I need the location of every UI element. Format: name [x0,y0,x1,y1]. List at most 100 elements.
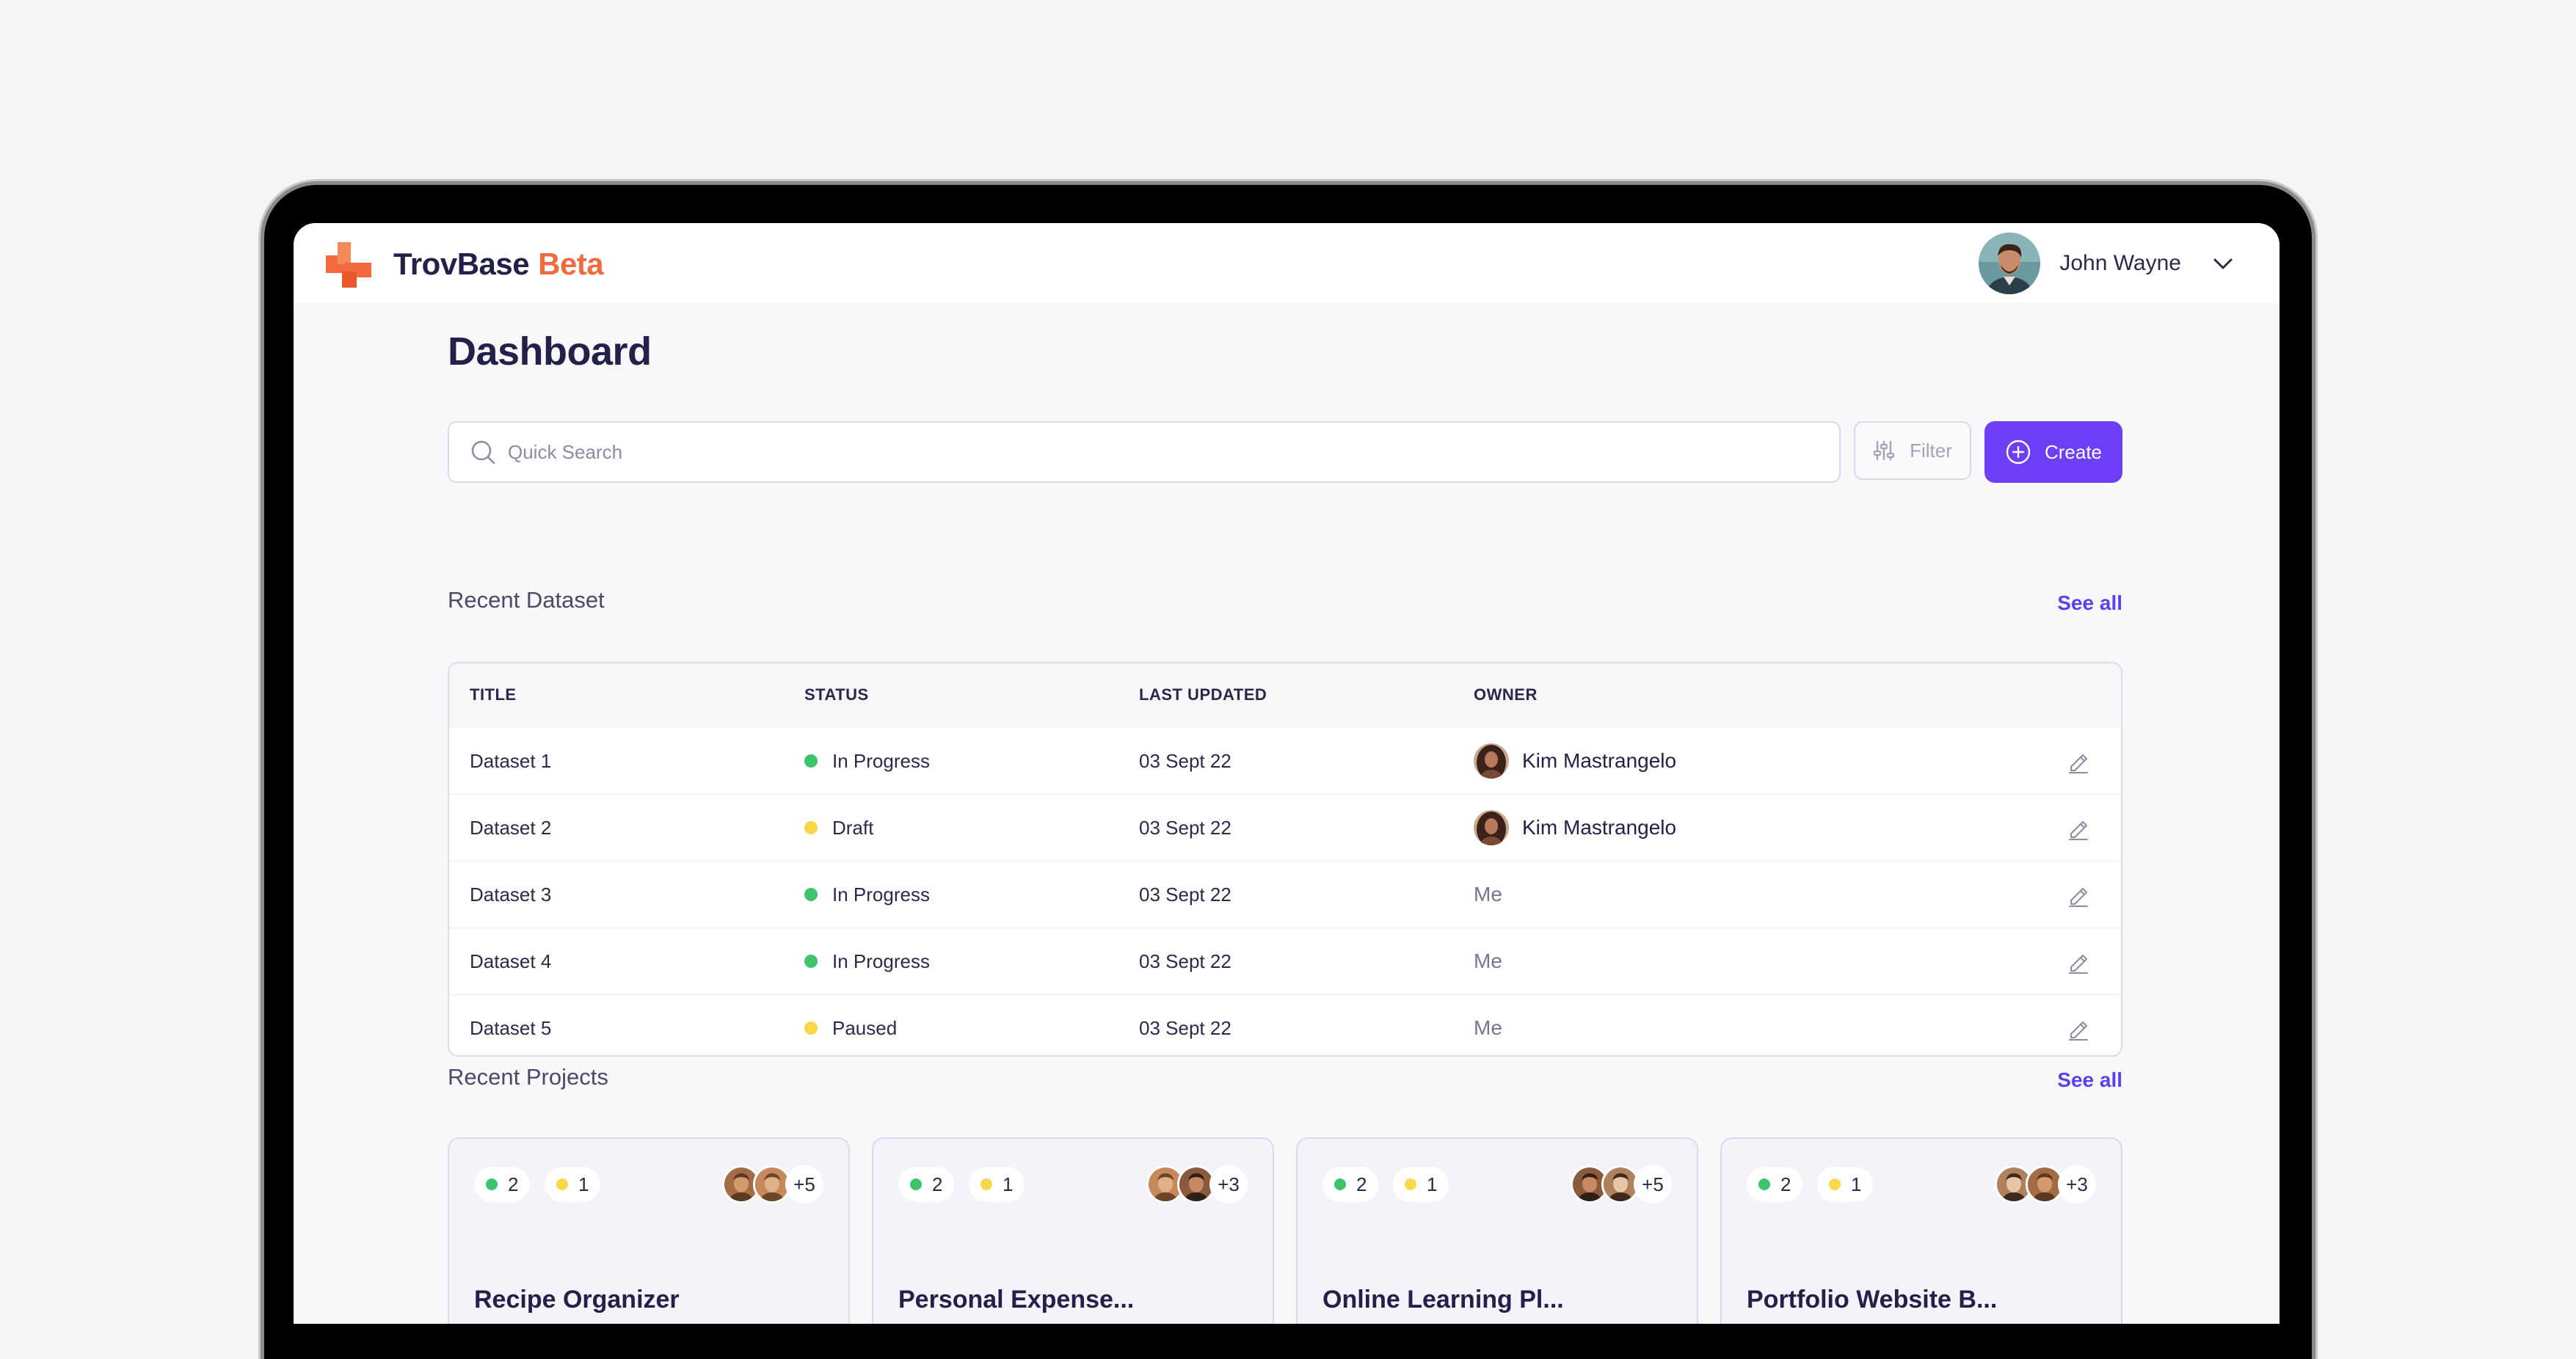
table-body: Dataset 1 In Progress 03 Sept 22 Kim Mastra… [449,728,2121,1055]
projects-see-all-link[interactable]: See all [2057,1068,2122,1092]
yellow-count: 1 [1851,1173,1862,1195]
column-header-owner[interactable]: OWNER [1474,685,1538,704]
dataset-title[interactable]: Dataset 1 [470,728,551,794]
create-label: Create [2044,440,2103,463]
green-count: 2 [1356,1173,1367,1195]
status-dot-icon [804,1021,818,1035]
recent-dataset-title: Recent Dataset [448,587,605,613]
project-description: A web application that... [474,1321,691,1324]
more-members-count: +3 [1209,1165,1248,1203]
status-label: Paused [832,1016,898,1039]
dataset-title[interactable]: Dataset 4 [470,928,551,994]
dataset-title[interactable]: Dataset 3 [470,861,551,928]
project-card[interactable]: 2 1 +5 Online Learning Pl... A web platform … [1296,1137,1698,1324]
member-avatars[interactable]: +3 [1146,1165,1248,1203]
table-row[interactable]: Dataset 1 In Progress 03 Sept 22 Kim Mastra… [449,728,2121,794]
table-row[interactable]: Dataset 5 Paused 03 Sept 22 Me [449,994,2121,1055]
yellow-dot-icon [556,1178,568,1190]
project-card[interactable]: 2 1 +5 Recipe Organizer A web application th… [448,1137,850,1324]
project-card[interactable]: 2 1 +3 Personal Expense... A web application… [872,1137,1274,1324]
chevron-down-icon[interactable] [2211,251,2235,276]
last-updated: 03 Sept 22 [1139,883,1231,906]
recent-dataset-header: Recent Dataset See all [448,587,2122,616]
user-avatar[interactable] [1979,233,2041,294]
member-avatars[interactable]: +5 [722,1165,823,1203]
main-content: Dashboard Filter [448,326,2122,1324]
more-members-count: +5 [1634,1165,1672,1203]
user-avatar-image [1979,233,2041,294]
dataset-title[interactable]: Dataset 2 [470,795,551,861]
status-label: In Progress [832,883,930,906]
page-title: Dashboard [448,329,652,374]
owner-avatar [1474,743,1509,779]
owner-cell: Kim Mastrangelo [1474,795,1676,861]
green-count: 2 [1780,1173,1791,1195]
brand-name[interactable]: TrovBase Beta [393,244,604,285]
in-progress-count-badge: 2 [898,1167,955,1202]
recent-projects-header: Recent Projects See all [448,1064,2122,1093]
status-cell: In Progress [804,728,930,794]
project-title: Online Learning Pl... [1322,1286,1564,1314]
owner-cell: Kim Mastrangelo [1474,728,1676,794]
top-bar: TrovBase Beta John Wayne [294,223,2280,305]
column-header-status[interactable]: STATUS [804,685,869,704]
edit-icon[interactable] [2065,861,2092,928]
user-menu[interactable]: John Wayne [1979,230,2235,296]
yellow-count: 1 [1003,1173,1014,1195]
dataset-title[interactable]: Dataset 5 [470,995,551,1055]
project-description: A web platform that pro... [1322,1321,1551,1324]
table-header: TITLE STATUS LAST UPDATED OWNER [449,663,2121,728]
draft-count-badge: 1 [545,1167,601,1202]
trovbase-logo-icon [326,242,371,288]
search-input[interactable] [506,440,1801,464]
edit-icon[interactable] [2065,795,2092,861]
search-box[interactable] [448,421,1841,483]
green-count: 2 [932,1173,943,1195]
last-updated: 03 Sept 22 [1139,749,1231,772]
filter-button[interactable]: Filter [1854,421,1971,480]
table-row[interactable]: Dataset 4 In Progress 03 Sept 22 Me [449,928,2121,994]
green-dot-icon [1758,1178,1770,1190]
yellow-count: 1 [578,1173,589,1195]
owner-cell: Me [1474,861,1502,928]
yellow-dot-icon [980,1178,992,1190]
status-cell: Draft [804,795,873,861]
status-dot-icon [804,821,818,834]
draft-count-badge: 1 [1817,1167,1874,1202]
owner-name: Kim Mastrangelo [1522,816,1677,839]
create-button[interactable]: Create [1984,421,2122,483]
edit-icon[interactable] [2065,728,2092,794]
datasets-see-all-link[interactable]: See all [2057,591,2122,615]
column-header-last-updated[interactable]: LAST UPDATED [1139,685,1267,704]
more-members-count: +3 [2058,1165,2096,1203]
status-cell: In Progress [804,861,930,928]
filter-label: Filter [1910,439,1952,462]
project-card[interactable]: 2 1 +3 Portfolio Website B... A web applicat… [1720,1137,2122,1324]
status-dot-icon [804,754,818,768]
owner-name: Me [1474,1016,1502,1039]
status-label: In Progress [832,749,930,772]
owner-cell: Me [1474,928,1502,994]
status-dot-icon [804,955,818,968]
yellow-dot-icon [1405,1178,1416,1190]
owner-name: Kim Mastrangelo [1522,749,1677,772]
last-updated: 03 Sept 22 [1139,816,1231,839]
edit-icon[interactable] [2065,928,2092,994]
green-dot-icon [1334,1178,1346,1190]
status-cell: In Progress [804,928,930,994]
owner-cell: Me [1474,995,1502,1055]
in-progress-count-badge: 2 [1747,1167,1803,1202]
brand-title: TrovBase [393,247,530,281]
yellow-dot-icon [1829,1178,1841,1190]
member-avatars[interactable]: +3 [1995,1165,2096,1203]
table-row[interactable]: Dataset 3 In Progress 03 Sept 22 Me [449,861,2121,928]
more-members-count: +5 [785,1165,823,1203]
edit-icon[interactable] [2065,995,2092,1055]
member-avatars[interactable]: +5 [1571,1165,1672,1203]
in-progress-count-badge: 2 [1322,1167,1379,1202]
app-screen: TrovBase Beta John Wayne Dashboard Quick… [294,223,2280,1324]
table-row[interactable]: Dataset 2 Draft 03 Sept 22 Kim Mastrangelo [449,794,2121,861]
column-header-title[interactable]: TITLE [470,685,517,704]
draft-count-badge: 1 [969,1167,1025,1202]
owner-avatar [1474,810,1509,845]
